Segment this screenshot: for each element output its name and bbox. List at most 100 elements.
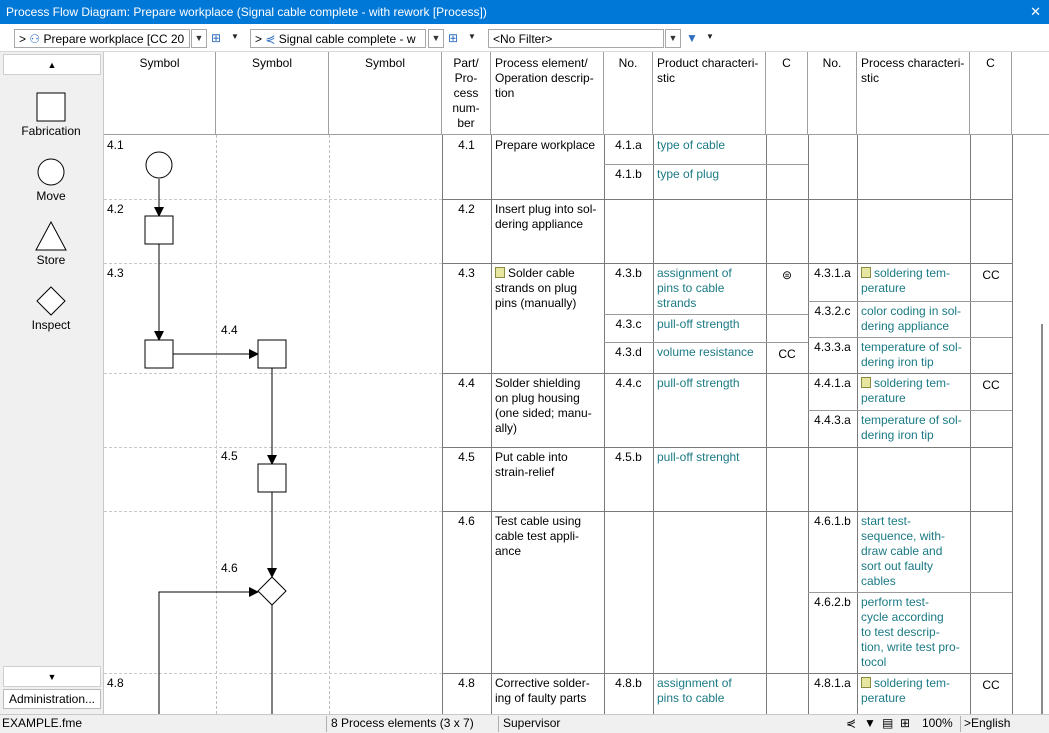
product-characteristic[interactable]: assignment of pins to cable strands [653, 263, 766, 314]
process-element-description[interactable]: Solder shielding on plug housing (one side… [491, 373, 604, 439]
process-combo[interactable]: > ⋞ Signal cable complete - w [250, 29, 426, 48]
col-symbol-3-header[interactable]: Symbol [329, 52, 442, 135]
process-flow-grid: Symbol Symbol Symbol Part/Pro-cess num-ber Pr… [104, 52, 1049, 714]
product-characteristic[interactable]: type of plug [653, 164, 766, 185]
document-icon [861, 267, 871, 278]
product-characteristic[interactable]: type of cable [653, 135, 766, 156]
palette-label: Inspect [31, 318, 71, 332]
document-icon [861, 377, 871, 388]
filter-dropdown-icon[interactable]: ▼ [665, 29, 681, 48]
administration-button[interactable]: Administration... [3, 689, 101, 709]
col-product-characteristic-header[interactable]: Product characteri-stic [653, 52, 766, 135]
process-characteristic[interactable]: temperature of sol-dering iron tip [857, 410, 970, 446]
funnel-caret-icon[interactable]: ▼ [706, 32, 714, 41]
zoom-level[interactable]: 100% [922, 716, 953, 730]
process-element-description[interactable]: Prepare workplace [491, 135, 604, 156]
filter-value: <No Filter> [493, 32, 553, 46]
process-characteristic[interactable]: perform test-cycle according to test desc… [857, 592, 970, 673]
fabrication-square-icon [144, 339, 174, 369]
process-no: 4.3.3.a [814, 340, 851, 354]
product-no: 4.1.b [615, 167, 642, 181]
palette-scroll-up-icon[interactable]: ▲ [3, 54, 101, 75]
process-icon: ⋞ [265, 32, 276, 46]
col-process-no-header[interactable]: No. [808, 52, 857, 135]
palette-scroll-down-icon[interactable]: ▼ [3, 666, 101, 687]
funnel-icon[interactable]: ▼ [686, 31, 698, 45]
palette-fabrication[interactable]: Fabrication [0, 92, 102, 138]
symbol-row-divider [104, 199, 442, 200]
title-bar: Process Flow Diagram: Prepare workplace … [0, 0, 1049, 24]
process-no: 4.8.1.a [814, 676, 851, 690]
scrollbar-thumb[interactable] [1041, 324, 1043, 714]
process-characteristic[interactable]: soldering tem-perature [857, 263, 970, 299]
product-characteristic[interactable]: volume resistance [653, 342, 766, 363]
inspect-diamond-icon [36, 286, 66, 316]
product-characteristic[interactable]: assignment of pins to cable [653, 673, 766, 709]
symbol-palette: ▲ Fabrication Move Store Inspect ▼ Admin… [0, 52, 104, 714]
layout-status-icon[interactable]: ▤ [882, 716, 893, 730]
part-number: 4.5 [458, 450, 475, 464]
symbol-row-divider [104, 673, 442, 674]
process-characteristic[interactable]: soldering tem-perature [857, 673, 970, 709]
col-symbol-2-header[interactable]: Symbol [216, 52, 329, 135]
process-net-icon[interactable]: ⊞ [448, 31, 458, 45]
process-no: 4.3.2.c [814, 304, 851, 318]
status-role: Supervisor [503, 716, 561, 730]
palette-inspect[interactable]: Inspect [0, 286, 102, 332]
process-characteristic[interactable]: start test-sequence, with-draw cable and… [857, 511, 970, 592]
col-process-characteristic-header[interactable]: Process characteri-stic [857, 52, 970, 135]
process-element-description[interactable]: Put cable into strain-relief [491, 447, 604, 483]
language-selector[interactable]: >English [964, 716, 1010, 730]
product-no: 4.3.c [615, 317, 642, 331]
col-process-element-header[interactable]: Process element/Operation descrip-tion [491, 52, 604, 135]
col-product-class-header[interactable]: C [766, 52, 808, 135]
part-number: 4.8 [458, 676, 475, 690]
rework-arrow [158, 587, 259, 714]
inspect-diamond-icon [257, 576, 287, 606]
process-element-description[interactable]: Corrective solder-ing of faulty parts [491, 673, 604, 709]
grid-vline [1012, 135, 1013, 714]
palette-move[interactable]: Move [0, 157, 102, 203]
col-product-no-header[interactable]: No. [604, 52, 653, 135]
net-status-icon[interactable]: ⊞ [900, 716, 910, 730]
process-characteristic[interactable]: soldering tem-perature [857, 373, 970, 409]
process-characteristic[interactable]: temperature of sol-dering iron tip [857, 337, 970, 373]
close-icon[interactable]: ✕ [1030, 4, 1041, 20]
product-no: 4.3.d [615, 345, 642, 359]
process-characteristic[interactable]: color coding in sol-dering appliance [857, 301, 970, 337]
process-no: 4.3.1.a [814, 266, 851, 280]
part-number: 4.4 [458, 376, 475, 390]
net-view-caret-icon[interactable]: ▼ [231, 32, 239, 41]
process-element-description[interactable]: Insert plug into sol-dering appliance [491, 199, 604, 235]
net-view-icon[interactable]: ⊞ [211, 31, 221, 45]
vertical-scrollbar[interactable] [1012, 134, 1047, 714]
filter-combo[interactable]: <No Filter> [488, 29, 664, 48]
product-characteristic[interactable]: pull-off strength [653, 373, 766, 394]
structure-dropdown-icon[interactable]: ▼ [191, 29, 207, 48]
symbol-step-label: 4.3 [107, 266, 124, 280]
process-net-caret-icon[interactable]: ▼ [468, 32, 476, 41]
col-symbol-1-header[interactable]: Symbol [104, 52, 216, 135]
filter-status-icon[interactable]: ▼ [864, 716, 876, 730]
process-element-description[interactable]: Solder cable strands on plug pins (manuall… [491, 263, 604, 314]
grid-vline [442, 135, 443, 714]
status-elements: 8 Process elements (3 x 7) [331, 716, 474, 730]
product-no: 4.8.b [615, 676, 642, 690]
symbol-column-divider [216, 135, 217, 714]
col-process-class-header[interactable]: C [970, 52, 1012, 135]
col-part-number-header[interactable]: Part/Pro-cess num-ber [442, 52, 491, 135]
product-characteristic[interactable]: pull-off strength [653, 314, 766, 335]
process-element-description[interactable]: Test cable using cable test appli-ance [491, 511, 604, 562]
document-icon [861, 677, 871, 688]
part-number: 4.2 [458, 202, 475, 216]
process-dropdown-icon[interactable]: ▼ [428, 29, 444, 48]
process-combo-value: Signal cable complete - w [278, 32, 416, 46]
structure-status-icon[interactable]: ⋞ [846, 716, 856, 730]
structure-combo[interactable]: > ⚇ Prepare workplace [CC 20 [14, 29, 190, 48]
process-no: 4.6.2.b [814, 595, 851, 609]
palette-store[interactable]: Store [0, 221, 102, 267]
product-no: 4.5.b [615, 450, 642, 464]
product-characteristic[interactable]: pull-off strenght [653, 447, 766, 468]
product-no: 4.3.b [615, 266, 642, 280]
status-bar: EXAMPLE.fme 8 Process elements (3 x 7) S… [0, 714, 1049, 733]
